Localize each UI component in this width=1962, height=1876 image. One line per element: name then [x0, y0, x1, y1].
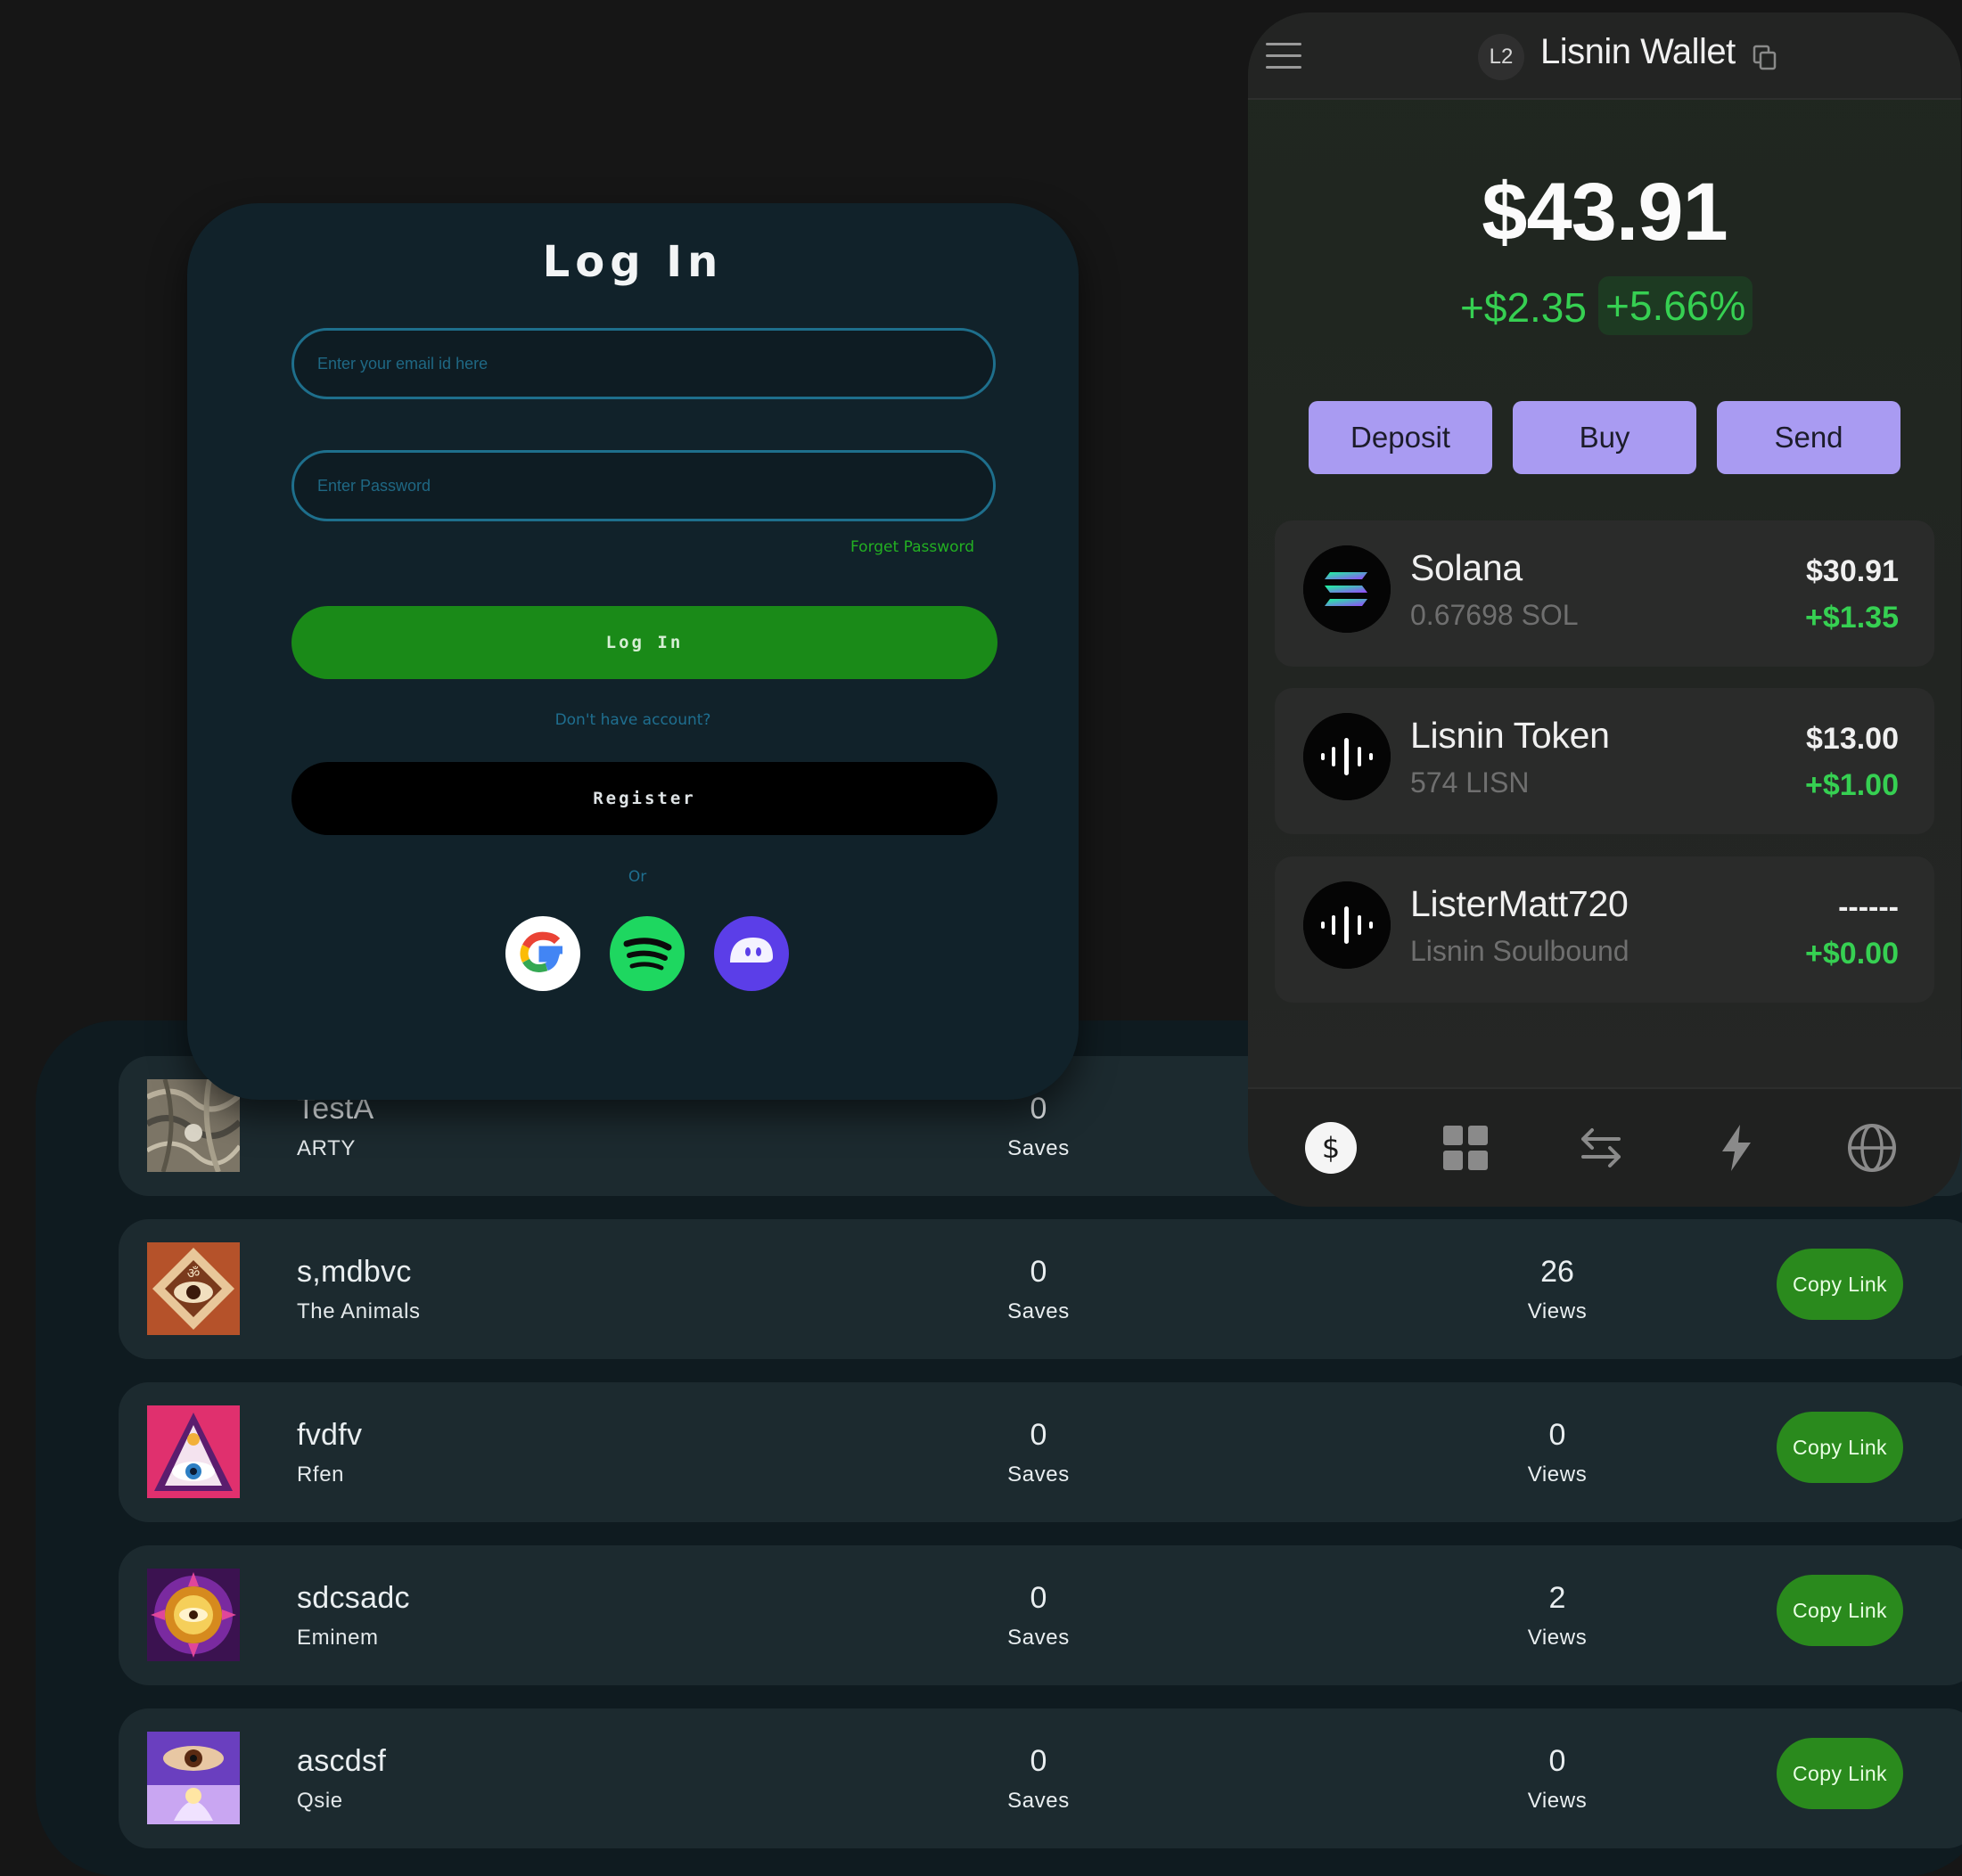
google-icon[interactable] — [505, 916, 580, 991]
saves-stat: 0 Saves — [949, 1708, 1128, 1848]
asset-value: ------ — [1838, 890, 1899, 924]
views-label: Views — [1527, 1299, 1588, 1323]
login-card: Log In Forget Password Log In Don't have… — [187, 203, 1079, 1100]
track-title: s,mdbvc — [297, 1255, 412, 1289]
or-divider-text: Or — [628, 868, 647, 886]
table-row[interactable]: fvdfv Rfen 0 Saves 0 Views Copy Link — [119, 1382, 1962, 1522]
dollar-icon[interactable]: $ — [1304, 1121, 1358, 1175]
saves-count: 0 — [1030, 1418, 1047, 1452]
asset-change: +$1.35 — [1805, 601, 1899, 635]
asset-value: $30.91 — [1806, 554, 1899, 588]
asset-row-soulbound[interactable]: ListerMatt720 Lisnin Soulbound ------ +$… — [1275, 856, 1934, 1003]
wallet-header: L2 Lisnin Wallet — [1248, 12, 1961, 100]
svg-text:$: $ — [1322, 1131, 1340, 1165]
textured-artwork-thumbnail — [147, 1079, 240, 1172]
total-balance: $43.91 — [1482, 167, 1728, 258]
asset-name: Solana — [1410, 547, 1523, 588]
login-heading: Log In — [542, 237, 724, 287]
pink-eye-pyramid-thumbnail — [147, 1405, 240, 1498]
password-field[interactable] — [291, 450, 996, 521]
spotify-icon[interactable] — [610, 916, 685, 991]
send-button[interactable]: Send — [1717, 401, 1900, 474]
table-row[interactable]: ॐ s,mdbvc The Animals 0 Saves 26 Views C… — [119, 1219, 1962, 1359]
email-field[interactable] — [291, 328, 996, 399]
lisnin-waveform-icon — [1303, 881, 1391, 969]
login-button[interactable]: Log In — [291, 606, 997, 679]
saves-label: Saves — [1007, 1626, 1070, 1650]
purple-mandala-eye-thumbnail — [147, 1569, 240, 1661]
track-artist: ARTY — [297, 1136, 356, 1160]
solana-icon — [1303, 545, 1391, 633]
wallet-bottom-nav: $ — [1248, 1087, 1961, 1207]
views-stat: 0 Views — [1468, 1382, 1646, 1522]
table-row[interactable]: ascdsf Qsie 0 Saves 0 Views Copy Link — [119, 1708, 1962, 1848]
menu-icon[interactable] — [1266, 43, 1301, 70]
buy-button[interactable]: Buy — [1513, 401, 1696, 474]
track-artist: Rfen — [297, 1462, 345, 1487]
saves-label: Saves — [1007, 1462, 1070, 1487]
globe-icon[interactable] — [1845, 1121, 1899, 1175]
forgot-password-link[interactable]: Forget Password — [850, 538, 974, 556]
no-account-text: Don't have account? — [554, 711, 711, 729]
asset-name: Lisnin Token — [1410, 715, 1610, 756]
saves-count: 0 — [1030, 1255, 1047, 1289]
asset-name: ListerMatt720 — [1410, 883, 1629, 924]
eye-diamond-artwork-thumbnail: ॐ — [147, 1242, 240, 1335]
views-stat: 26 Views — [1468, 1219, 1646, 1359]
track-artist: Eminem — [297, 1626, 379, 1650]
copy-link-button[interactable]: Copy Link — [1777, 1575, 1903, 1646]
track-artist: Qsie — [297, 1789, 343, 1813]
wallet-panel: L2 Lisnin Wallet $43.91 +$2.35 +5.66% De… — [1248, 12, 1961, 1207]
views-label: Views — [1527, 1462, 1588, 1487]
table-row[interactable]: sdcsadc Eminem 0 Saves 2 Views Copy Link — [119, 1545, 1962, 1685]
views-count: 2 — [1548, 1581, 1566, 1615]
deposit-button[interactable]: Deposit — [1309, 401, 1492, 474]
saves-count: 0 — [1030, 1581, 1047, 1615]
copy-link-button[interactable]: Copy Link — [1777, 1412, 1903, 1483]
saves-label: Saves — [1007, 1299, 1070, 1323]
views-count: 0 — [1548, 1744, 1566, 1778]
saves-label: Saves — [1007, 1136, 1070, 1160]
copy-link-button[interactable]: Copy Link — [1777, 1738, 1903, 1809]
asset-row-solana[interactable]: Solana 0.67698 SOL $30.91 +$1.35 — [1275, 520, 1934, 667]
asset-value: $13.00 — [1806, 722, 1899, 756]
grid-icon[interactable] — [1439, 1121, 1492, 1175]
wallet-title: Lisnin Wallet — [1540, 32, 1736, 71]
asset-amount: 574 LISN — [1410, 766, 1530, 799]
asset-amount: 0.67698 SOL — [1410, 599, 1579, 631]
saves-count: 0 — [1030, 1744, 1047, 1778]
balance-change-amount: +$2.35 — [1460, 284, 1587, 331]
lisnin-waveform-icon — [1303, 713, 1391, 800]
track-title: fvdfv — [297, 1418, 363, 1452]
views-count: 26 — [1540, 1255, 1574, 1289]
track-artist: The Animals — [297, 1299, 421, 1323]
saves-stat: 0 Saves — [949, 1545, 1128, 1685]
views-label: Views — [1527, 1789, 1588, 1813]
views-count: 0 — [1548, 1418, 1566, 1452]
views-label: Views — [1527, 1626, 1588, 1650]
purple-eye-figure-thumbnail — [147, 1732, 240, 1824]
track-title: ascdsf — [297, 1744, 387, 1778]
asset-change: +$1.00 — [1805, 768, 1899, 802]
saves-stat: 0 Saves — [949, 1219, 1128, 1359]
track-title: sdcsadc — [297, 1581, 410, 1615]
copy-icon[interactable] — [1753, 45, 1777, 71]
swap-icon[interactable] — [1574, 1121, 1628, 1175]
views-stat: 0 Views — [1468, 1708, 1646, 1848]
lightning-icon[interactable] — [1710, 1121, 1763, 1175]
balance-change-percent: +5.66% — [1598, 276, 1753, 335]
copy-link-button[interactable]: Copy Link — [1777, 1249, 1903, 1320]
phantom-icon[interactable] — [714, 916, 789, 991]
register-button[interactable]: Register — [291, 762, 997, 835]
saves-label: Saves — [1007, 1789, 1070, 1813]
network-badge[interactable]: L2 — [1478, 34, 1524, 80]
views-stat: 2 Views — [1468, 1545, 1646, 1685]
svg-text:ॐ: ॐ — [187, 1265, 201, 1282]
asset-row-lisnin-token[interactable]: Lisnin Token 574 LISN $13.00 +$1.00 — [1275, 688, 1934, 834]
asset-change: +$0.00 — [1805, 937, 1899, 971]
asset-amount: Lisnin Soulbound — [1410, 935, 1630, 967]
saves-stat: 0 Saves — [949, 1382, 1128, 1522]
